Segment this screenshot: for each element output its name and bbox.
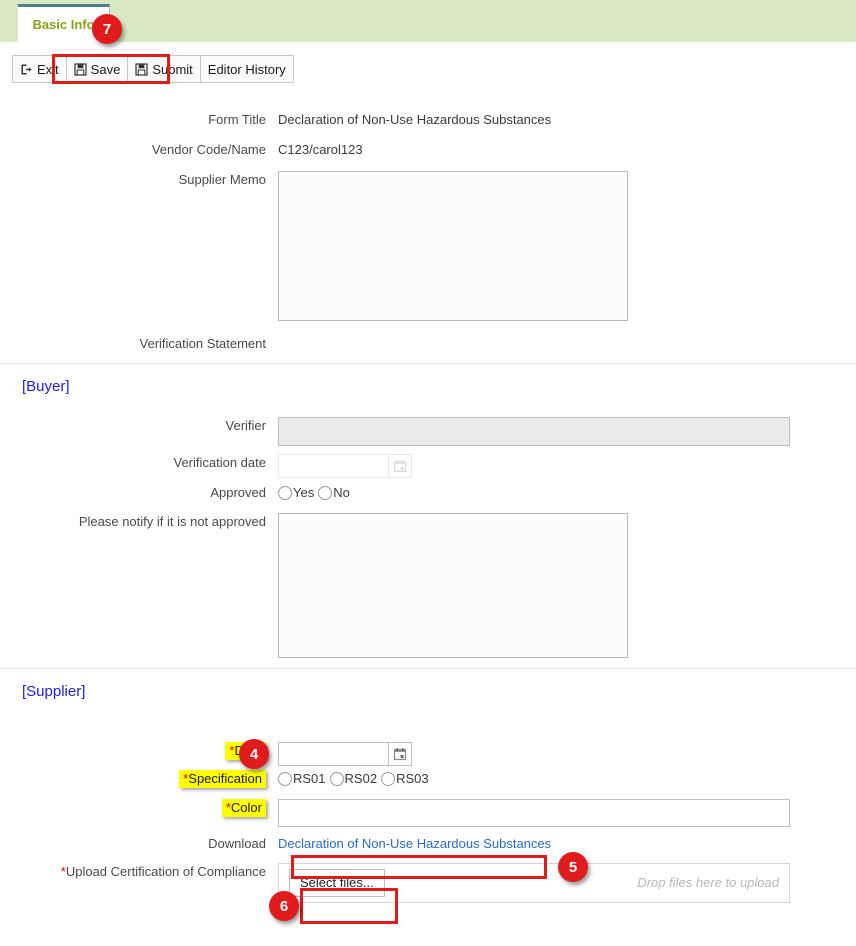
buyer-section-heading: [Buyer]	[22, 378, 70, 395]
approved-no-radio[interactable]	[318, 486, 333, 500]
exit-icon	[20, 63, 33, 76]
tab-strip: Basic Info	[0, 0, 856, 43]
verification-date-label: Verification date	[173, 455, 266, 470]
drop-files-hint: Drop files here to upload	[637, 875, 779, 890]
supplier-section-heading: [Supplier]	[22, 683, 86, 700]
row-verification-date: Verification date	[0, 454, 856, 478]
calendar-icon[interactable]	[388, 454, 412, 478]
annotation-badge-5: 5	[558, 852, 588, 882]
row-notify-not-approved: Please notify if it is not approved	[0, 513, 856, 658]
supplier-memo-textarea[interactable]	[278, 171, 628, 321]
annotation-badge-7: 7	[92, 14, 122, 44]
download-label: Download	[208, 836, 266, 851]
floppy-disk-icon	[74, 62, 87, 76]
form-title-label: Form Title	[208, 112, 266, 127]
specification-radio-rs01[interactable]	[278, 772, 292, 786]
supplier-date-label-cell: *Date	[0, 742, 278, 760]
form-title-value: Declaration of Non-Use Hazardous Substan…	[278, 112, 552, 127]
verification-date-picker[interactable]	[278, 454, 412, 478]
editor-history-label: Editor History	[207, 61, 286, 77]
editor-history-button[interactable]: Editor History	[199, 55, 294, 83]
specification-label-rs02[interactable]: RS02	[345, 770, 378, 788]
exit-button[interactable]: Exit	[12, 55, 67, 83]
supplier-date-input[interactable]	[278, 742, 388, 766]
annotation-badge-6: 6	[269, 891, 299, 921]
row-upload-certification: *Upload Certification of Compliance Sele…	[0, 863, 856, 903]
specification-label: *Specification	[179, 770, 266, 788]
row-verifier: Verifier	[0, 417, 856, 446]
upload-certification-label: *Upload Certification of Compliance	[60, 864, 266, 879]
notify-not-approved-textarea[interactable]	[278, 513, 628, 658]
floppy-disk-icon	[135, 62, 148, 76]
form-toolbar: Exit Save Submit Editor History	[12, 55, 856, 83]
verification-date-input[interactable]	[278, 454, 388, 478]
specification-radio-rs03[interactable]	[381, 772, 396, 786]
row-form-title: Form Title Declaration of Non-Use Hazard…	[0, 111, 856, 129]
approved-yes-label[interactable]: Yes	[293, 484, 314, 502]
row-vendor-code-name: Vendor Code/Name C123/carol123	[0, 141, 856, 159]
section-divider-buyer	[0, 363, 856, 364]
specification-label-cell: *Specification	[0, 770, 278, 788]
supplier-date-picker[interactable]	[278, 742, 412, 766]
row-approved: Approved Yes No	[0, 484, 856, 505]
color-label: *Color	[221, 799, 266, 817]
notify-not-approved-label: Please notify if it is not approved	[78, 514, 266, 529]
row-color: *Color	[0, 799, 856, 827]
approved-yes-radio[interactable]	[278, 486, 292, 500]
specification-label-rs03[interactable]: RS03	[396, 770, 429, 788]
download-link[interactable]: Declaration of Non-Use Hazardous Substan…	[278, 836, 551, 851]
submit-label: Submit	[152, 61, 193, 77]
row-supplier-date: *Date	[0, 742, 856, 766]
form-body: Form Title Declaration of Non-Use Hazard…	[0, 83, 856, 903]
save-label: Save	[90, 61, 121, 77]
section-divider-supplier	[0, 668, 856, 669]
specification-label-rs01[interactable]: RS01	[293, 770, 326, 788]
calendar-icon[interactable]	[388, 742, 412, 766]
tab-basic-info-label: Basic Info	[32, 17, 95, 32]
row-verification-statement: Verification Statement	[0, 335, 856, 353]
verifier-label: Verifier	[225, 418, 266, 433]
vendor-code-name-value: C123/carol123	[278, 142, 363, 157]
upload-dropzone[interactable]: Select files... Drop files here to uploa…	[278, 863, 790, 903]
specification-radio-rs02[interactable]	[329, 772, 344, 786]
select-files-button[interactable]: Select files...	[289, 869, 385, 897]
verifier-input	[278, 417, 790, 446]
row-supplier-memo: Supplier Memo	[0, 171, 856, 321]
color-input[interactable]	[278, 799, 790, 827]
approved-no-label[interactable]: No	[333, 484, 350, 502]
annotation-badge-4: 4	[239, 739, 269, 769]
specification-radio-group[interactable]: RS01 RS02 RS03	[278, 770, 433, 788]
row-specification: *Specification RS01 RS02 RS03	[0, 770, 856, 791]
supplier-memo-label: Supplier Memo	[178, 172, 266, 187]
row-download: Download Declaration of Non-Use Hazardou…	[0, 835, 856, 853]
submit-button[interactable]: Submit	[127, 55, 201, 83]
verification-statement-label: Verification Statement	[139, 336, 266, 351]
color-label-cell: *Color	[0, 799, 278, 817]
exit-label: Exit	[37, 61, 59, 77]
approved-radio-group[interactable]: Yes No	[278, 484, 354, 502]
vendor-code-name-label: Vendor Code/Name	[151, 142, 266, 157]
approved-label: Approved	[210, 485, 266, 500]
save-button[interactable]: Save	[65, 55, 129, 83]
